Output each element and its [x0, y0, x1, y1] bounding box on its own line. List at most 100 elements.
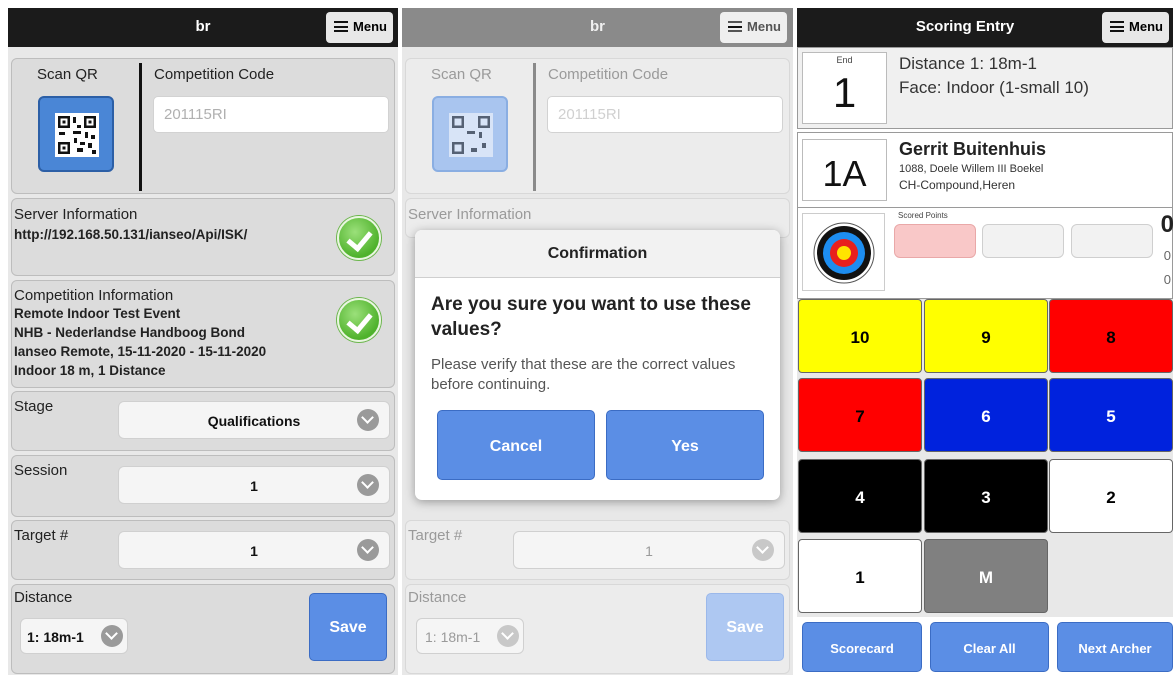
competition-line: Remote Indoor Test Event — [14, 306, 181, 321]
scan-qr-button[interactable] — [38, 96, 114, 172]
target-value: 1 — [645, 543, 653, 559]
score-key-1[interactable]: 1 — [798, 539, 922, 613]
score-key-miss[interactable]: M — [924, 539, 1048, 613]
score-key-9[interactable]: 9 — [924, 299, 1048, 373]
save-button[interactable]: Save — [309, 593, 387, 661]
end-total: 0 — [1160, 211, 1173, 238]
archer-club: 1088, Doele Willem III Boekel — [899, 163, 1044, 175]
yes-button[interactable]: Yes — [606, 410, 764, 480]
end-label: End — [836, 55, 853, 65]
menu-button[interactable]: Menu — [326, 12, 393, 43]
competition-code-card: Scan QR Competition Code 201115RI — [405, 58, 790, 194]
score-key-5[interactable]: 5 — [1049, 378, 1173, 452]
menu-label: Menu — [747, 19, 781, 34]
target-code-box: 1A — [802, 139, 887, 201]
arrow-score-slot[interactable] — [1071, 224, 1153, 258]
scan-qr-button[interactable] — [432, 96, 508, 172]
score-key-6[interactable]: 6 — [924, 378, 1048, 452]
score-key-3[interactable]: 3 — [924, 459, 1048, 533]
competition-info-card: Competition Information Remote Indoor Te… — [11, 280, 395, 388]
end-info-row: End 1 Distance 1: 18m-1 Face: Indoor (1-… — [797, 47, 1173, 129]
stage-label: Stage — [14, 398, 54, 415]
competition-line: NHB - Nederlandse Handboog Bond — [14, 325, 246, 340]
distance-line: Distance 1: 18m-1 — [899, 54, 1037, 73]
target-label: Target # — [408, 527, 463, 544]
server-info-card: Server Information http://192.168.50.131… — [11, 198, 395, 276]
score-key-4[interactable]: 4 — [798, 459, 922, 533]
distance-card: Distance 1: 18m-1 Save — [11, 584, 395, 674]
competition-code-card: Scan QR Competition Code 201115RI — [11, 58, 395, 194]
divider — [533, 63, 536, 191]
menu-button[interactable]: Menu — [720, 12, 787, 43]
competition-code-input[interactable]: 201115RI — [153, 96, 389, 133]
competition-code-label: Competition Code — [154, 66, 275, 83]
top-bar: Scoring Entry Menu — [797, 8, 1173, 47]
chevron-down-icon — [752, 539, 774, 561]
confirmation-dialog: Confirmation Are you sure you want to us… — [415, 230, 780, 500]
arrow-score-slot-active[interactable] — [894, 224, 976, 258]
competition-code-label: Competition Code — [548, 66, 669, 83]
competition-line: Ianseo Remote, 15-11-2020 - 15-11-2020 — [14, 344, 267, 359]
end-box: End 1 — [802, 52, 887, 124]
hamburger-icon — [1110, 21, 1125, 32]
score-key-8[interactable]: 8 — [1049, 299, 1173, 373]
server-url: http://192.168.50.131/ianseo/Api/ISK/ — [14, 227, 248, 242]
chevron-down-icon — [357, 539, 379, 561]
success-check-icon — [337, 298, 381, 342]
dialog-title: Confirmation — [415, 230, 780, 278]
save-button[interactable]: Save — [706, 593, 784, 661]
menu-label: Menu — [353, 19, 387, 34]
arrow-score-slot[interactable] — [982, 224, 1064, 258]
scored-points-label: Scored Points — [898, 211, 948, 220]
target-code: 1A — [822, 153, 867, 194]
target-face-icon — [813, 222, 875, 284]
competition-info-label: Competition Information — [14, 287, 174, 304]
header-title: Scoring Entry — [915, 18, 1015, 35]
dialog-message: Please verify that these are the correct… — [431, 356, 736, 393]
distance-card: Distance 1: 18m-1 Save — [405, 584, 790, 674]
running-total: 0 — [1163, 272, 1171, 287]
scoring-screen: Scoring Entry Menu End 1 Distance 1: 18m… — [797, 8, 1173, 675]
top-bar: br Menu — [402, 8, 793, 47]
archer-row: 1A Gerrit Buitenhuis 1088, Doele Willem … — [797, 132, 1173, 208]
target-select[interactable]: 1 — [118, 531, 390, 569]
distance-select[interactable]: 1: 18m-1 — [416, 618, 524, 654]
session-select[interactable]: 1 — [118, 466, 390, 504]
session-label: Session — [14, 462, 68, 479]
distance-label: Distance — [14, 589, 73, 606]
competition-code-input[interactable]: 201115RI — [547, 96, 783, 133]
menu-label: Menu — [1129, 19, 1163, 34]
dialog-question: Are you sure you want to use these value… — [431, 294, 751, 340]
hamburger-icon — [728, 21, 743, 32]
target-label: Target # — [14, 527, 69, 544]
distance-label: Distance — [408, 589, 467, 606]
divider — [139, 63, 142, 191]
score-key-7[interactable]: 7 — [798, 378, 922, 452]
stage-select[interactable]: Qualifications — [118, 401, 390, 439]
scored-points-row: Scored Points 0 0 0 — [797, 207, 1173, 299]
target-select[interactable]: 1 — [513, 531, 785, 569]
chevron-down-icon — [357, 409, 379, 431]
face-line: Face: Indoor (1-small 10) — [899, 78, 1089, 97]
setup-screen: br Menu Scan QR Competition Code 201115R… — [8, 8, 398, 675]
server-info-label: Server Information — [14, 206, 138, 223]
scorecard-button[interactable]: Scorecard — [802, 622, 922, 672]
distance-select[interactable]: 1: 18m-1 — [20, 618, 128, 654]
server-info-label: Server Information — [408, 206, 532, 223]
chevron-down-icon — [497, 625, 519, 647]
target-card: Target # 1 — [11, 520, 395, 580]
scan-qr-label: Scan QR — [37, 66, 98, 83]
success-check-icon — [337, 216, 381, 260]
target-face-box — [802, 213, 885, 291]
competition-line: Indoor 18 m, 1 Distance — [14, 363, 166, 378]
score-key-2[interactable]: 2 — [1049, 459, 1173, 533]
clear-all-button[interactable]: Clear All — [930, 622, 1049, 672]
end-value: 1 — [832, 69, 857, 116]
chevron-down-icon — [101, 625, 123, 647]
menu-button[interactable]: Menu — [1102, 12, 1169, 43]
score-key-10[interactable]: 10 — [798, 299, 922, 373]
target-value: 1 — [250, 543, 258, 559]
cancel-button[interactable]: Cancel — [437, 410, 595, 480]
next-archer-button[interactable]: Next Archer — [1057, 622, 1173, 672]
top-bar: br Menu — [8, 8, 398, 47]
